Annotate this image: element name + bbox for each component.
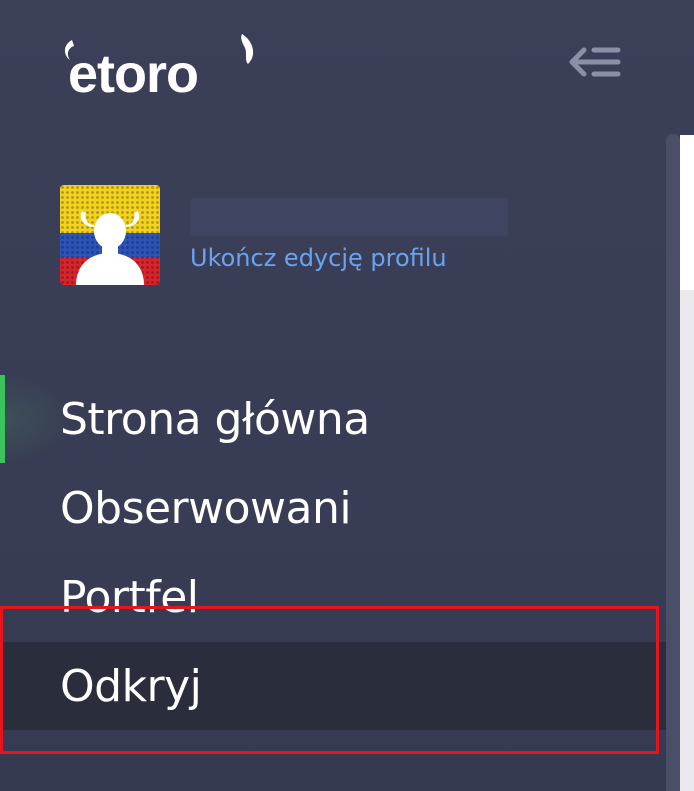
- scrollbar[interactable]: [666, 134, 680, 791]
- complete-profile-link[interactable]: Ukończ edycję profilu: [190, 244, 447, 272]
- content-edge: [680, 135, 694, 791]
- logo-text: etoro: [68, 44, 198, 100]
- nav-item-home[interactable]: Strona główna: [0, 375, 666, 463]
- nav-item-label: Strona główna: [60, 393, 370, 445]
- collapse-menu-icon[interactable]: [568, 44, 622, 82]
- nav-item-portfolio[interactable]: Portfel: [0, 553, 666, 641]
- nav-item-label: Portfel: [60, 571, 199, 623]
- nav-item-watchlist[interactable]: Obserwowani: [0, 464, 666, 552]
- username-redacted: [190, 198, 508, 236]
- etoro-logo[interactable]: etoro: [60, 30, 265, 100]
- user-avatar-icon[interactable]: [60, 185, 160, 285]
- nav-item-discover[interactable]: Odkryj: [0, 642, 666, 730]
- sidebar: etoro Ukończ edycję profilu Strona główn…: [0, 0, 694, 791]
- active-indicator: [0, 375, 5, 463]
- nav-item-label: Obserwowani: [60, 482, 352, 534]
- nav-item-label: Odkryj: [60, 660, 202, 712]
